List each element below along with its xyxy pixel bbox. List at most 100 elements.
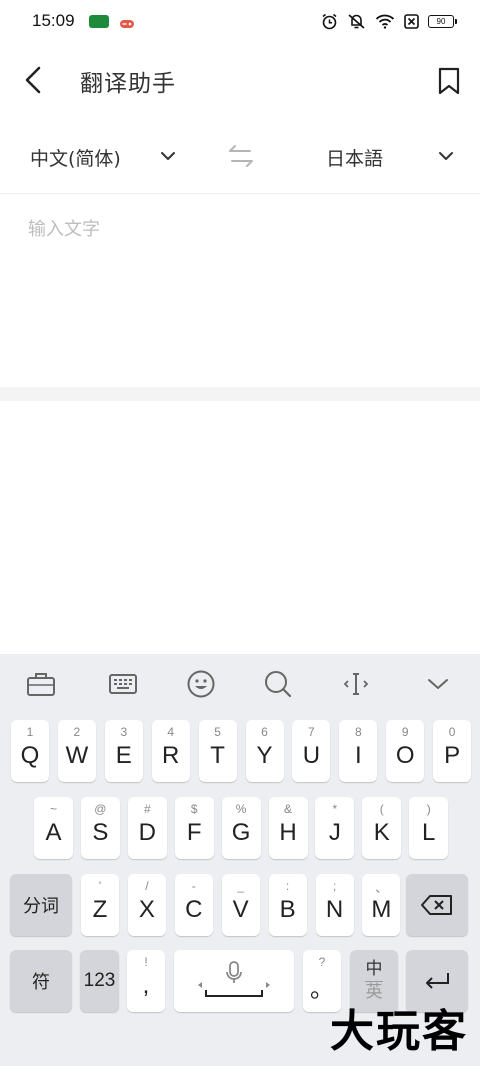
key-o[interactable]: 9O (386, 720, 425, 782)
language-toggle: 中 英 (365, 958, 383, 1002)
mute-icon (347, 13, 366, 30)
key-hint: : (285, 879, 290, 893)
key-b[interactable]: :B (268, 874, 307, 936)
briefcase-icon[interactable] (25, 668, 57, 700)
bookmark-button[interactable] (434, 64, 464, 98)
key-i[interactable]: 8I (339, 720, 378, 782)
numbers-key-label: 123 (83, 970, 116, 991)
oppo-app-icon (88, 14, 109, 28)
status-bar: 15:09 90 (0, 0, 480, 42)
translation-input[interactable] (20, 209, 460, 379)
key-hint: 6 (261, 725, 268, 739)
space-key[interactable] (174, 950, 294, 1012)
key-hint: 7 (308, 725, 315, 739)
key-p[interactable]: 0P (433, 720, 472, 782)
key-s[interactable]: @ S (80, 797, 120, 859)
key-hint: & (283, 802, 292, 816)
numbers-key[interactable]: 123 (80, 950, 119, 1012)
keyboard-toolbar (0, 654, 480, 716)
key-hint: 4 (167, 725, 175, 739)
key-hint: @ (94, 802, 107, 816)
key-hint: 8 (354, 725, 362, 739)
key-hint: - (191, 879, 196, 893)
enter-icon (426, 973, 449, 989)
search-icon[interactable] (262, 668, 294, 700)
key-k[interactable]: (K (362, 797, 402, 859)
key-n[interactable]: ; N (315, 874, 354, 936)
app-header: 翻译助手 (0, 42, 480, 120)
keyboard-icon[interactable] (107, 668, 139, 700)
segment-key[interactable]: 分词 (10, 874, 72, 936)
key-f[interactable]: $ F (174, 797, 214, 859)
key-hint: * (332, 802, 338, 816)
microphone-icon (198, 961, 270, 997)
key-t[interactable]: 5T (198, 720, 237, 782)
key-g[interactable]: % G (221, 797, 261, 859)
key-hint: / (145, 879, 149, 893)
key-hint: ; (332, 879, 337, 893)
key-hint: 3 (120, 725, 128, 739)
key-h[interactable]: & H (268, 797, 308, 859)
key-u[interactable]: 7U (292, 720, 331, 782)
backspace-icon (421, 895, 452, 915)
chevron-down-icon[interactable] (436, 146, 456, 166)
key-x[interactable]: / X (127, 874, 166, 936)
period-key[interactable]: ? 。 (303, 950, 341, 1012)
target-language-selector[interactable]: 日本語 (326, 144, 383, 171)
source-language-selector[interactable]: 中文(简体) (30, 144, 121, 171)
period-key-hint: ? (318, 955, 326, 969)
game-app-icon (119, 15, 135, 28)
key-hint: ~ (49, 802, 57, 816)
key-d[interactable]: # D (127, 797, 167, 859)
key-hint: 1 (26, 725, 34, 739)
key-hint: 9 (401, 725, 409, 739)
toggle-zh: 中 (365, 958, 383, 979)
key-hint: 、 (375, 881, 388, 895)
key-hint: % (235, 802, 247, 816)
comma-key-hint: ! (144, 955, 148, 969)
bookmark-icon (438, 67, 460, 95)
toggle-en: 英 (365, 981, 383, 1002)
key-hint: $ (190, 802, 198, 816)
chevron-down-icon[interactable] (422, 668, 454, 700)
wifi-icon (375, 13, 395, 29)
language-toggle-key[interactable]: 中 英 (350, 950, 398, 1012)
cursor-icon[interactable] (340, 668, 372, 700)
key-l[interactable]: ) L (409, 797, 449, 859)
enter-key[interactable] (406, 950, 468, 1012)
key-q[interactable]: 1Q (11, 720, 49, 782)
key-hint: ' (98, 879, 102, 893)
page-title: 翻译助手 (80, 71, 176, 97)
key-w[interactable]: 2W (57, 720, 96, 782)
alarm-icon (321, 13, 338, 30)
key-hint: ) (426, 802, 431, 816)
symbols-key[interactable]: 符 (10, 950, 72, 1012)
key-m[interactable]: 、 M (362, 874, 401, 936)
divider (0, 387, 480, 401)
emoji-icon[interactable] (185, 668, 217, 700)
symbols-key-label: 符 (32, 972, 50, 993)
backspace-key[interactable] (406, 874, 468, 936)
key-a[interactable]: ~ A (34, 797, 73, 859)
key-c[interactable]: -C (174, 874, 213, 936)
back-button[interactable] (16, 62, 50, 98)
key-hint: # (143, 802, 151, 816)
key-z[interactable]: ' Z (81, 874, 119, 936)
language-bar: 中文(简体) 日本語 (0, 120, 480, 194)
key-v[interactable]: _ V (221, 874, 260, 936)
key-e[interactable]: 3E (104, 720, 143, 782)
sim-off-icon (404, 13, 419, 29)
comma-key[interactable]: ! , (127, 950, 165, 1012)
status-time: 15:09 (32, 11, 75, 30)
key-r[interactable]: 4R (151, 720, 190, 782)
key-hint: ( (379, 802, 384, 816)
key-hint: 0 (448, 725, 456, 739)
swap-arrows-icon[interactable] (226, 142, 256, 170)
input-area (0, 195, 480, 387)
key-hint: 2 (73, 725, 81, 739)
chevron-left-icon (25, 66, 41, 94)
key-y[interactable]: 6Y (245, 720, 284, 782)
key-j[interactable]: * J (315, 797, 355, 859)
chevron-down-icon[interactable] (158, 146, 178, 166)
key-hint: 5 (214, 725, 221, 739)
